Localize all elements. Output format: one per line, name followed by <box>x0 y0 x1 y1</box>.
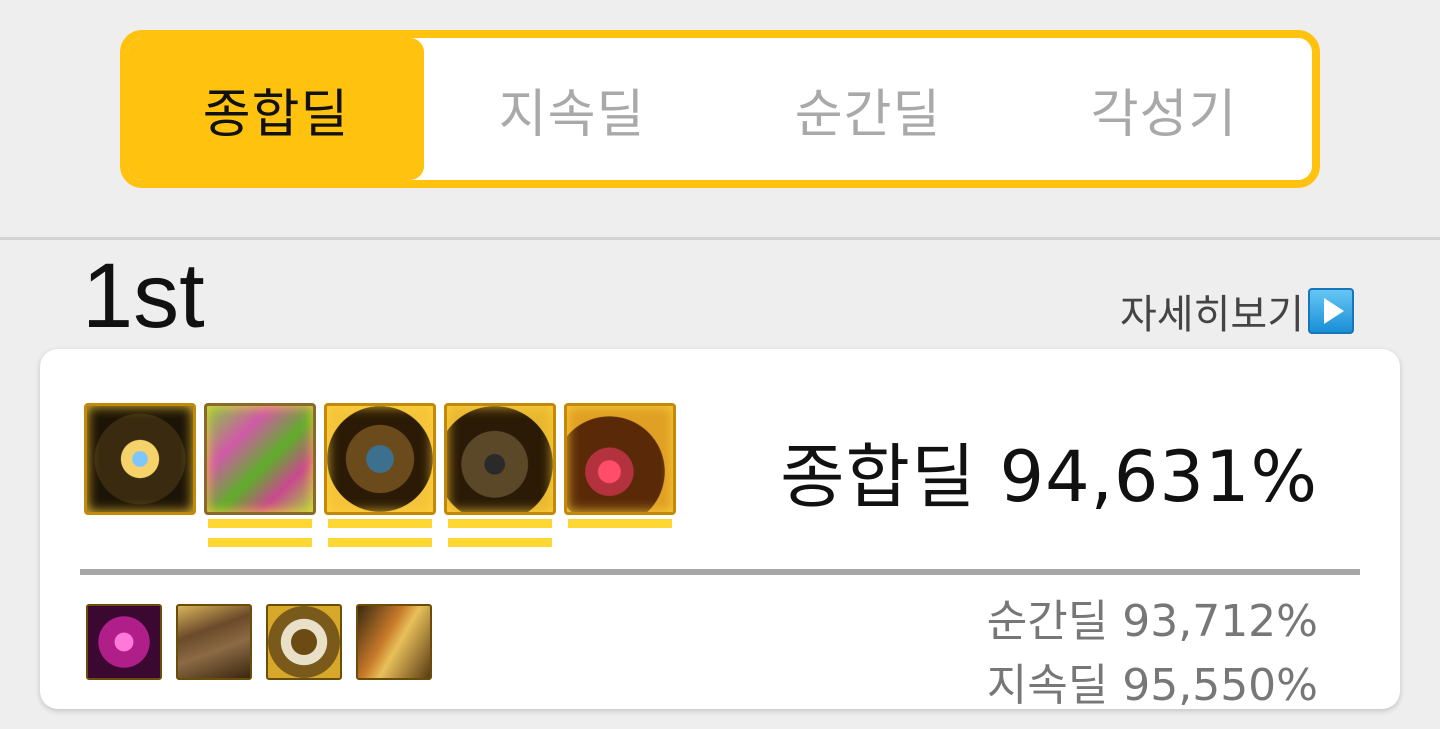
set-underline <box>328 538 432 547</box>
set-underline <box>328 519 432 528</box>
set-underline <box>208 519 312 528</box>
tab-awakening[interactable]: 각성기 <box>1016 38 1312 180</box>
belt-icon[interactable] <box>356 604 432 680</box>
view-details-link[interactable]: 자세히보기 <box>1120 282 1354 340</box>
magic-stone-icon[interactable] <box>86 604 162 680</box>
weapon-icon[interactable] <box>84 403 196 515</box>
top-armor-icon[interactable] <box>204 403 316 515</box>
section-divider <box>0 237 1440 240</box>
dps-tab-bar: 종합딜 지속딜 순간딜 각성기 <box>120 30 1320 188</box>
tab-total-damage[interactable]: 종합딜 <box>128 38 424 180</box>
necklace-icon[interactable] <box>564 403 676 515</box>
bracelet-icon[interactable] <box>324 403 436 515</box>
set-underline <box>208 538 312 547</box>
set-underline <box>448 519 552 528</box>
star-ring-icon[interactable] <box>444 403 556 515</box>
tab-burst-damage[interactable]: 순간딜 <box>720 38 1016 180</box>
ring-icon[interactable] <box>266 604 342 680</box>
burst-damage-value: 순간딜 93,712% <box>986 596 1318 647</box>
tab-sustained-damage[interactable]: 지속딜 <box>424 38 720 180</box>
set-underline <box>448 538 552 547</box>
result-card: 종합딜 94,631% 순간딜 93,712% 지속딜 95,550% <box>40 349 1400 711</box>
pants-icon[interactable] <box>176 604 252 680</box>
sustained-damage-value: 지속딜 95,550% <box>986 660 1318 711</box>
rank-label: 1st <box>82 245 205 347</box>
play-arrow-icon <box>1308 288 1354 334</box>
set-underline <box>568 519 672 528</box>
total-damage-value: 종합딜 94,631% <box>780 436 1318 518</box>
view-details-label: 자세히보기 <box>1120 292 1304 338</box>
card-divider <box>80 569 1360 575</box>
